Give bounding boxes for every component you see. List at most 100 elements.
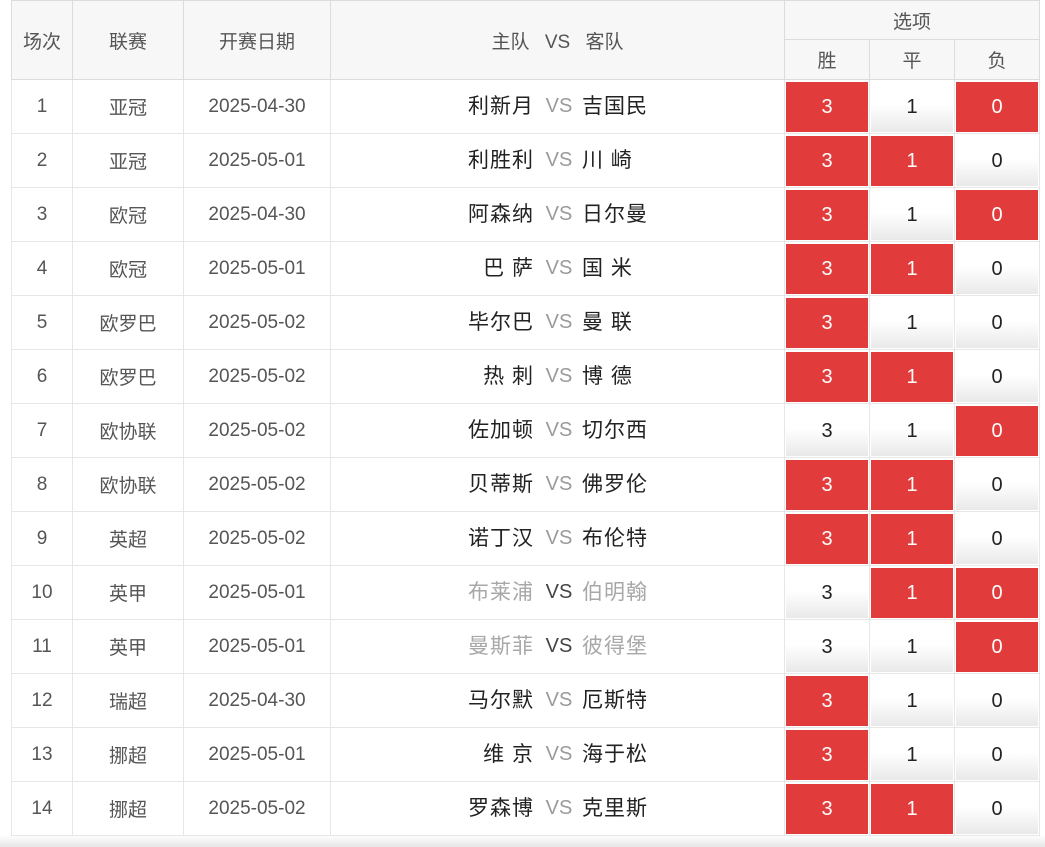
option-draw-button[interactable]: 1 <box>871 297 953 348</box>
option-draw-button[interactable]: 1 <box>871 459 953 510</box>
row-spacer <box>1039 457 1045 512</box>
start-date: 2025-05-02 <box>183 511 331 566</box>
match-teams: 利新月 VS 吉国民 <box>330 79 785 134</box>
away-team: 佛罗伦 <box>582 473 648 496</box>
home-team: 热 刺 <box>483 365 534 388</box>
match-index: 2 <box>11 133 73 188</box>
home-team: 巴 萨 <box>483 257 534 280</box>
row-spacer <box>1039 241 1045 296</box>
option-lose-cell: 0 <box>953 673 1041 728</box>
option-draw-button[interactable]: 1 <box>871 567 953 618</box>
start-date: 2025-05-02 <box>183 403 331 458</box>
option-lose-button[interactable]: 0 <box>956 567 1039 618</box>
option-win-button[interactable]: 3 <box>786 351 868 402</box>
home-team: 罗森博 <box>468 797 534 820</box>
match-index: 3 <box>11 187 73 242</box>
option-lose-button[interactable]: 0 <box>956 351 1039 402</box>
table-row: 13 挪超 2025-05-01 维 京 VS 海于松 3 1 0 <box>11 727 1045 782</box>
vs-label: VS <box>545 95 573 117</box>
league-name: 亚冠 <box>72 133 184 188</box>
home-team: 诺丁汉 <box>468 527 534 550</box>
start-date: 2025-05-01 <box>183 727 331 782</box>
option-lose-button[interactable]: 0 <box>956 81 1039 132</box>
match-teams: 维 京 VS 海于松 <box>330 727 785 782</box>
match-teams: 布莱浦 VS 伯明翰 <box>330 565 785 620</box>
option-lose-button[interactable]: 0 <box>956 675 1039 726</box>
option-draw-button[interactable]: 1 <box>871 351 953 402</box>
away-team: 厄斯特 <box>582 689 648 712</box>
option-draw-button[interactable]: 1 <box>871 783 953 834</box>
option-lose-cell: 0 <box>953 403 1041 458</box>
start-date: 2025-04-30 <box>183 187 331 242</box>
header-draw: 平 <box>869 39 955 80</box>
option-draw-button[interactable]: 1 <box>871 513 953 564</box>
option-lose-cell: 0 <box>953 511 1041 566</box>
option-lose-button[interactable]: 0 <box>956 189 1039 240</box>
match-index: 9 <box>11 511 73 566</box>
home-team: 阿森纳 <box>468 203 534 226</box>
option-lose-button[interactable]: 0 <box>956 135 1039 186</box>
option-draw-button[interactable]: 1 <box>871 675 953 726</box>
vs-label: VS <box>545 473 573 495</box>
option-draw-button[interactable]: 1 <box>871 621 953 672</box>
option-win-button[interactable]: 3 <box>786 135 868 186</box>
match-index: 7 <box>11 403 73 458</box>
league-name: 欧冠 <box>72 241 184 296</box>
option-draw-button[interactable]: 1 <box>871 243 953 294</box>
option-win-button[interactable]: 3 <box>786 81 868 132</box>
option-win-button[interactable]: 3 <box>786 621 868 672</box>
option-lose-cell: 0 <box>953 727 1041 782</box>
option-lose-button[interactable]: 0 <box>956 459 1039 510</box>
home-team: 佐加顿 <box>468 419 534 442</box>
option-lose-button[interactable]: 0 <box>956 297 1039 348</box>
away-team: 川 崎 <box>582 149 633 172</box>
option-win-button[interactable]: 3 <box>786 675 868 726</box>
league-name: 英超 <box>72 511 184 566</box>
away-team: 彼得堡 <box>582 635 648 658</box>
option-lose-button[interactable]: 0 <box>956 621 1039 672</box>
option-win-button[interactable]: 3 <box>786 189 868 240</box>
option-draw-button[interactable]: 1 <box>871 81 953 132</box>
option-draw-cell: 1 <box>869 781 955 836</box>
option-draw-button[interactable]: 1 <box>871 189 953 240</box>
option-draw-button[interactable]: 1 <box>871 135 953 186</box>
option-draw-button[interactable]: 1 <box>871 405 953 456</box>
option-win-button[interactable]: 3 <box>786 297 868 348</box>
league-name: 挪超 <box>72 727 184 782</box>
option-lose-button[interactable]: 0 <box>956 243 1039 294</box>
option-lose-button[interactable]: 0 <box>956 405 1039 456</box>
row-spacer <box>1039 133 1045 188</box>
option-win-cell: 3 <box>784 619 870 674</box>
option-lose-cell: 0 <box>953 187 1041 242</box>
row-spacer <box>1039 673 1045 728</box>
option-win-button[interactable]: 3 <box>786 783 868 834</box>
league-name: 瑞超 <box>72 673 184 728</box>
table-row: 3 欧冠 2025-04-30 阿森纳 VS 日尔曼 3 1 0 <box>11 187 1045 242</box>
match-index: 8 <box>11 457 73 512</box>
option-lose-button[interactable]: 0 <box>956 729 1039 780</box>
option-lose-button[interactable]: 0 <box>956 783 1039 834</box>
header-vs-label: VS <box>544 31 571 53</box>
league-name: 英甲 <box>72 619 184 674</box>
row-spacer <box>1039 619 1045 674</box>
table-row: 1 亚冠 2025-04-30 利新月 VS 吉国民 3 1 0 <box>11 79 1045 134</box>
away-team: 曼 联 <box>582 311 633 334</box>
option-win-button[interactable]: 3 <box>786 459 868 510</box>
option-win-button[interactable]: 3 <box>786 513 868 564</box>
match-teams: 利胜利 VS 川 崎 <box>330 133 785 188</box>
option-lose-cell: 0 <box>953 133 1041 188</box>
option-win-button[interactable]: 3 <box>786 567 868 618</box>
row-spacer <box>1039 349 1045 404</box>
match-index: 4 <box>11 241 73 296</box>
option-draw-button[interactable]: 1 <box>871 729 953 780</box>
match-teams: 热 刺 VS 博 德 <box>330 349 785 404</box>
option-win-button[interactable]: 3 <box>786 243 868 294</box>
option-win-button[interactable]: 3 <box>786 405 868 456</box>
table-row: 5 欧罗巴 2025-05-02 毕尔巴 VS 曼 联 310 <box>11 295 1045 350</box>
match-teams: 贝蒂斯 VS 佛罗伦 <box>330 457 785 512</box>
header-match-index: 场次 <box>11 0 73 80</box>
away-team: 日尔曼 <box>582 203 648 226</box>
option-win-button[interactable]: 3 <box>786 729 868 780</box>
away-team: 克里斯 <box>582 797 648 820</box>
option-lose-button[interactable]: 0 <box>956 513 1039 564</box>
